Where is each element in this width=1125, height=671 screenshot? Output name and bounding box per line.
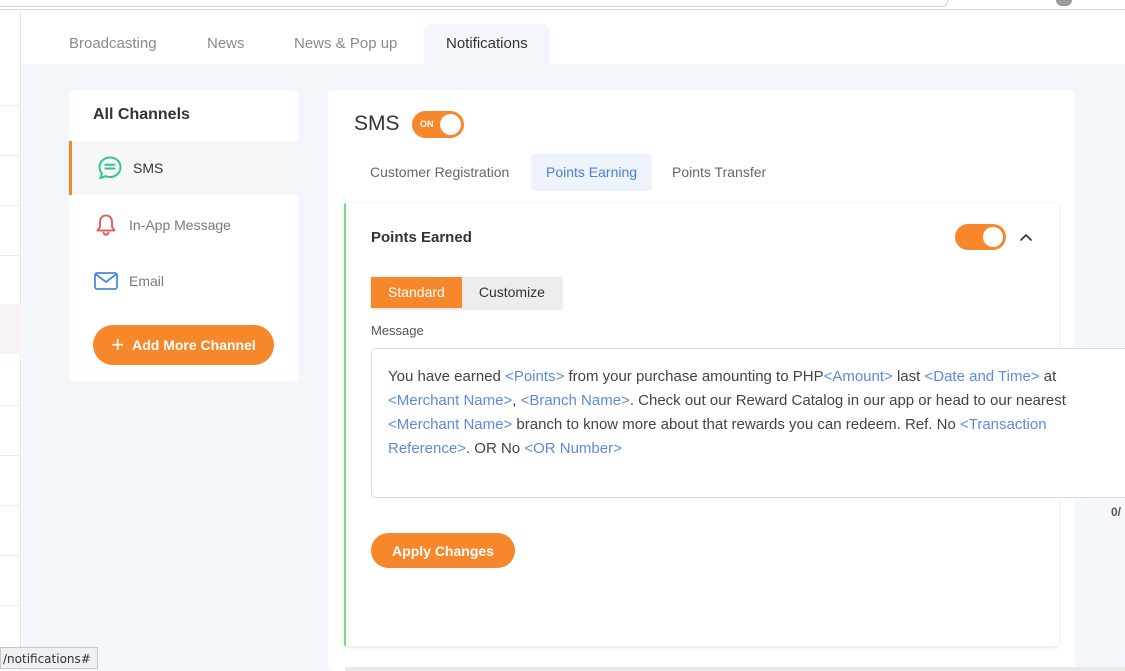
sidebar-item-label: SMS: [133, 160, 164, 176]
sms-channel-toggle[interactable]: ON: [412, 111, 464, 138]
bell-icon: [93, 212, 119, 238]
panel-title: SMS: [354, 112, 400, 135]
message-text: . Check out our Reward Catalog in our ap…: [629, 392, 1066, 409]
subtab-customer-registration[interactable]: Customer Registration: [355, 154, 524, 191]
sms-panel: SMS ON Customer Registration Points Earn…: [328, 90, 1125, 671]
placeholder-tag: <Transaction: [959, 416, 1047, 433]
add-more-channel-label: Add More Channel: [132, 337, 256, 353]
placeholder-tag: <Date and Time>: [924, 368, 1040, 385]
message-textarea[interactable]: You have earned <Points> from your purch…: [371, 348, 1125, 498]
sidebar-item-email[interactable]: Email: [69, 254, 298, 308]
toggle-knob: [440, 114, 461, 135]
sidebar-item-in-app-message[interactable]: In-App Message: [69, 198, 298, 252]
sidebar-title: All Channels: [93, 106, 190, 123]
placeholder-tag: <OR Number>: [524, 440, 622, 457]
envelope-icon: [93, 268, 119, 294]
sidebar-item-label: In-App Message: [129, 217, 231, 233]
sidebar-item-sms[interactable]: SMS: [69, 141, 298, 195]
customize-mode-button[interactable]: Customize: [461, 277, 562, 308]
sms-chat-icon: [97, 155, 123, 181]
message-text: You have earned: [388, 368, 506, 385]
chevron-up-icon[interactable]: [1018, 229, 1034, 245]
standard-mode-button[interactable]: Standard: [371, 277, 462, 308]
placeholder-tag: <Amount>: [823, 368, 893, 385]
message-text: ,: [512, 392, 521, 409]
next-card-edge: [345, 667, 1125, 671]
placeholder-tag: <Merchant Name>: [388, 416, 513, 433]
placeholder-tag: <Branch Name>: [520, 392, 630, 409]
add-more-channel-button[interactable]: + Add More Channel: [93, 325, 274, 365]
browser-top-strip: [0, 0, 1125, 10]
message-text: last: [892, 368, 925, 385]
points-earned-card: Points Earned Standard Customize Message…: [344, 203, 1125, 646]
sidebar-item-label: Email: [129, 273, 165, 289]
message-text: branch to know more about that rewards y…: [512, 416, 960, 433]
points-earned-toggle[interactable]: [955, 224, 1006, 250]
character-counter: 0/: [1111, 505, 1122, 519]
apply-changes-button[interactable]: Apply Changes: [371, 533, 515, 568]
plus-icon: +: [111, 332, 125, 357]
tab-news-pop-up[interactable]: News & Pop up: [272, 24, 419, 64]
message-text: from your purchase amounting to PHP: [564, 368, 824, 385]
template-mode-toggle: Standard Customize: [371, 277, 562, 308]
message-label: Message: [371, 323, 424, 338]
toggle-label: ON: [420, 119, 434, 129]
message-text: . OR No: [465, 440, 525, 457]
status-bar-url: /notifications#: [0, 647, 98, 669]
top-tabs: Broadcasting News News & Pop up Notifica…: [22, 11, 1125, 64]
browser-tab-edge: [0, 0, 948, 7]
message-text: at: [1039, 368, 1057, 385]
tab-broadcasting[interactable]: Broadcasting: [47, 24, 179, 64]
placeholder-tag: Reference>: [388, 440, 466, 457]
tab-notifications[interactable]: Notifications: [424, 24, 550, 64]
subtab-points-transfer[interactable]: Points Transfer: [657, 154, 781, 191]
tab-news[interactable]: News: [185, 24, 267, 64]
card-title: Points Earned: [371, 229, 472, 246]
channels-sidebar: All Channels SMS In-App Message Email + …: [69, 90, 298, 381]
subtab-points-earning[interactable]: Points Earning: [531, 154, 653, 191]
left-rail: [0, 11, 21, 671]
browser-profile-icon[interactable]: [1056, 0, 1072, 6]
placeholder-tag: <Merchant Name>: [388, 392, 513, 409]
toggle-knob: [983, 227, 1003, 247]
placeholder-tag: <Points>: [505, 368, 565, 385]
